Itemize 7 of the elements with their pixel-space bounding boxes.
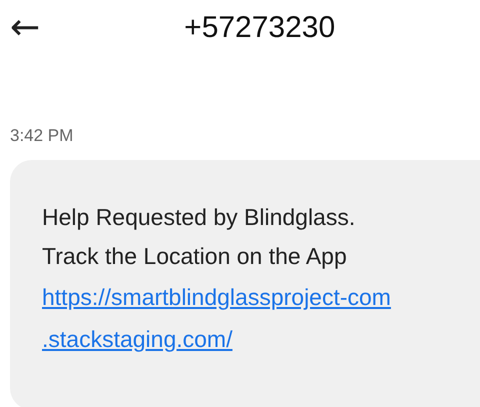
message-link[interactable]: .stackstaging.com/: [42, 318, 232, 360]
message-text: Help Requested by Blindglass.: [42, 203, 356, 232]
contact-title: +57273230: [184, 11, 336, 45]
message-link[interactable]: https://smartblindglassproject-com: [42, 276, 391, 318]
message-text: Track the Location on the App: [42, 242, 348, 271]
timestamp: 3:42 PM: [10, 126, 74, 146]
back-button[interactable]: ←: [10, 8, 40, 48]
